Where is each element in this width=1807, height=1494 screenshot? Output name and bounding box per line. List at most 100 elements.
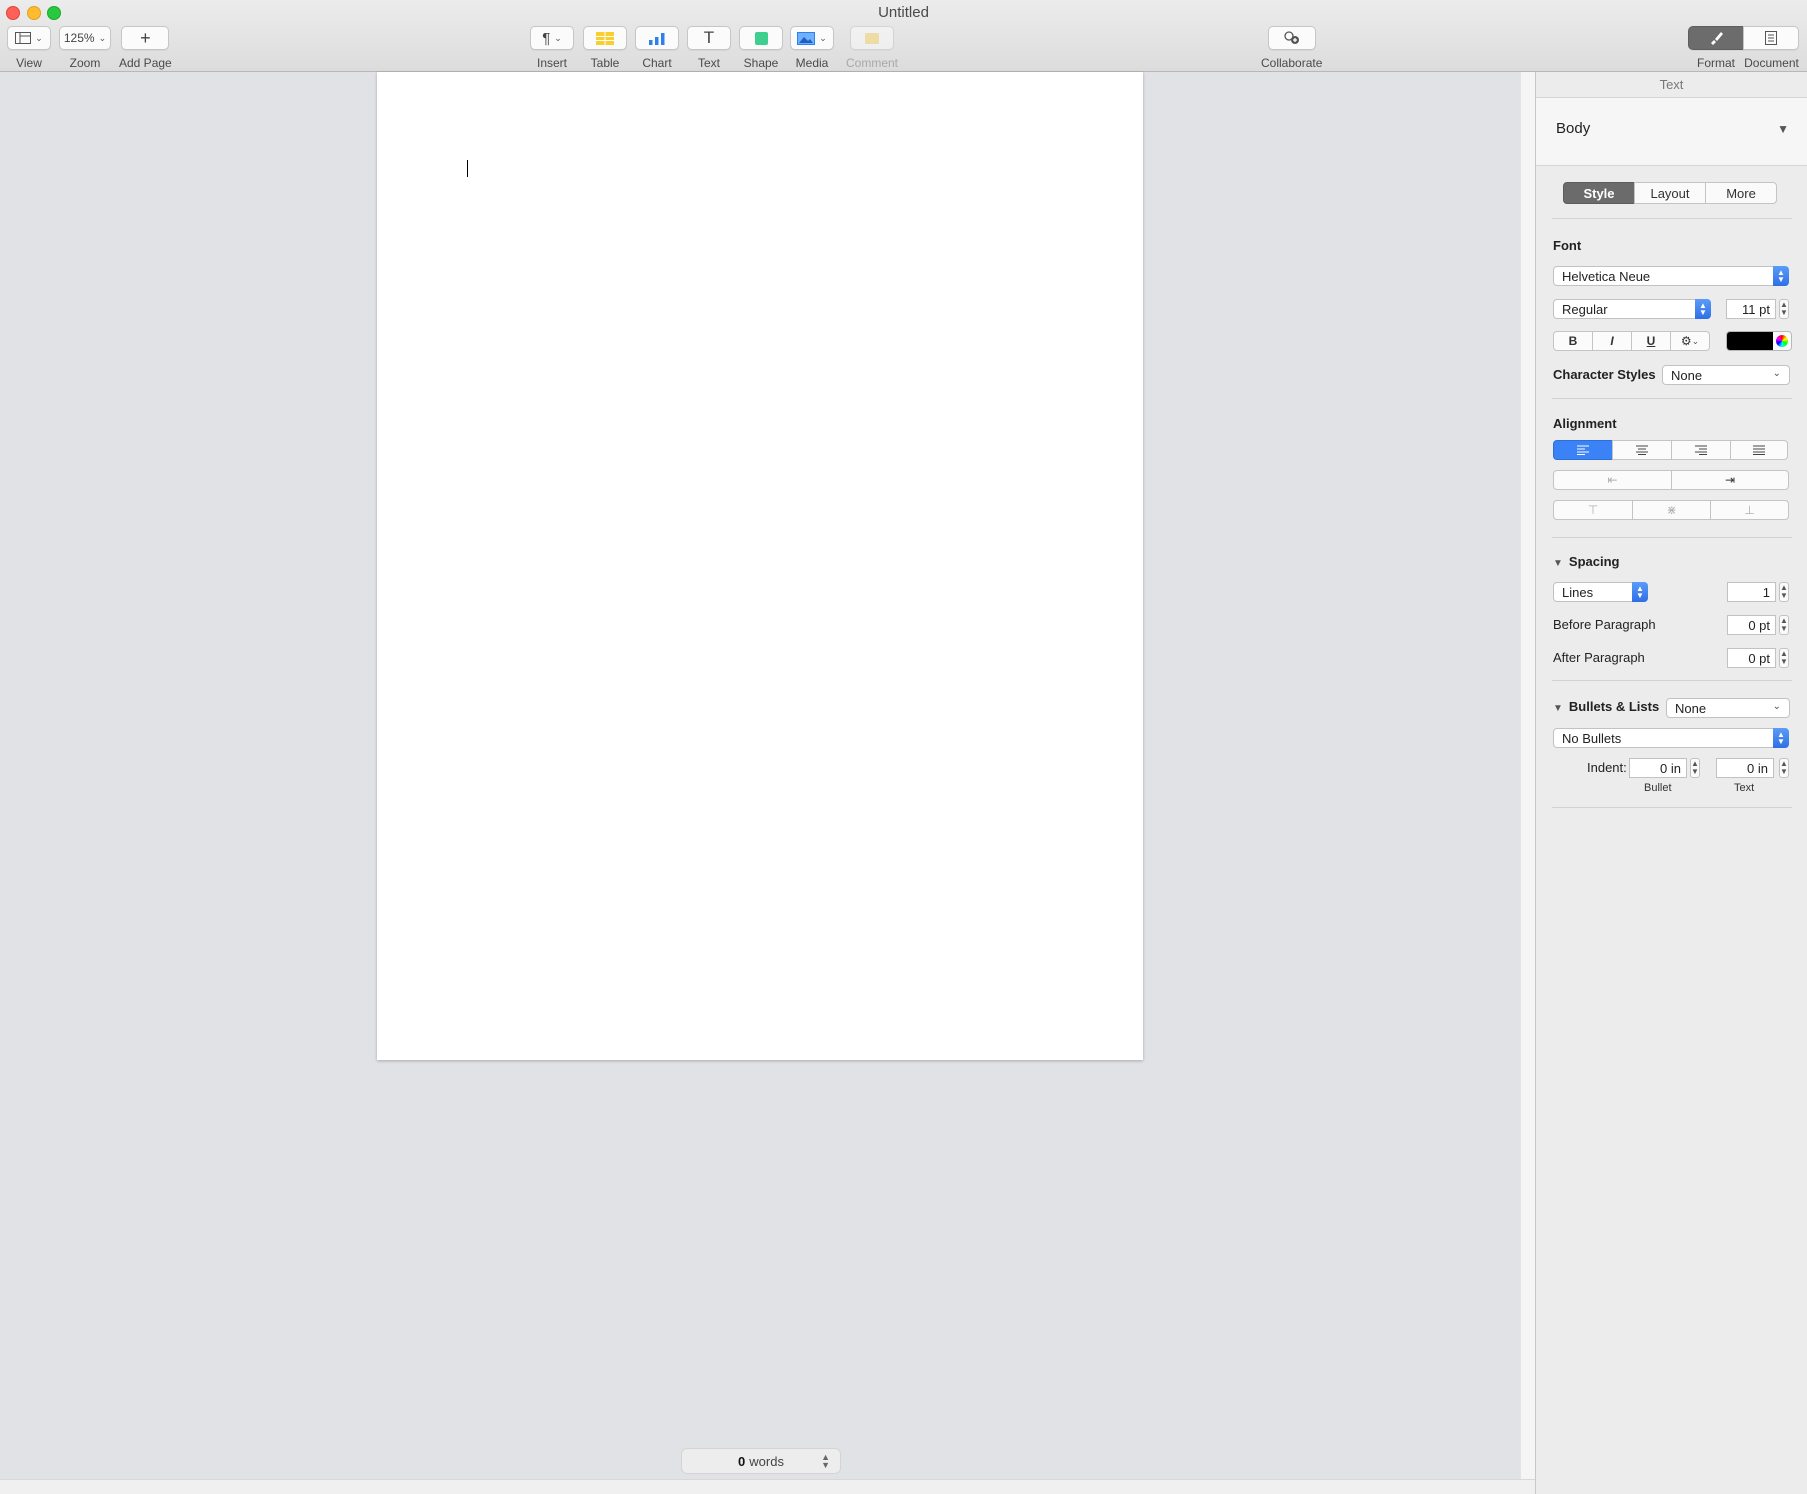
list-style-popup[interactable]: None ⌄ <box>1666 698 1790 718</box>
up-down-arrows-icon: ▲ ▼ <box>1773 266 1789 286</box>
tab-more[interactable]: More <box>1705 182 1777 204</box>
increase-indent-button[interactable]: ⇥ <box>1671 470 1789 490</box>
color-wheel-icon[interactable] <box>1773 332 1791 350</box>
justify-button[interactable] <box>1730 440 1788 460</box>
before-paragraph-stepper[interactable]: ▲ ▼ <box>1779 615 1789 635</box>
paragraph-style-popup[interactable]: Body ▼ <box>1536 98 1807 166</box>
align-right-button[interactable] <box>1671 440 1731 460</box>
vertical-scrollbar[interactable] <box>1520 72 1535 1479</box>
spacing-mode-value: Lines <box>1562 584 1594 600</box>
zoom-popup[interactable]: 125% ⌄ <box>59 26 111 50</box>
text-label: Text <box>697 56 720 70</box>
line-spacing-stepper[interactable]: ▲ ▼ <box>1779 582 1789 602</box>
line-spacing-field[interactable]: 1 <box>1727 582 1776 602</box>
bullets-section-toggle[interactable]: ▼ Bullets & Lists <box>1553 699 1659 714</box>
chart-control: Chart <box>635 26 679 70</box>
divider <box>1552 807 1792 808</box>
insert-button[interactable]: ¶ ⌄ <box>530 26 574 50</box>
text-control: T Text <box>687 26 731 70</box>
document-page[interactable] <box>377 72 1143 1060</box>
bullets-heading: Bullets & Lists <box>1568 699 1660 714</box>
vertical-alignment-buttons: ⊤ ⋇ ⊥ <box>1553 500 1789 520</box>
zoom-value: 125% <box>63 31 95 45</box>
align-bottom-icon: ⊥ <box>1744 503 1755 517</box>
document-button[interactable] <box>1743 26 1799 50</box>
toolbar: Untitled ⌄ View 125% ⌄ Zoom + Add Page ¶… <box>0 0 1807 72</box>
bullet-indent-caption: Bullet <box>1644 782 1672 794</box>
chevron-down-icon: ⌄ <box>819 32 827 43</box>
spacing-section-toggle[interactable]: ▼ Spacing <box>1553 554 1619 569</box>
document-icon <box>1765 31 1777 45</box>
align-center-button[interactable] <box>1612 440 1672 460</box>
view-button[interactable]: ⌄ <box>7 26 51 50</box>
align-left-button[interactable] <box>1553 440 1613 460</box>
bullet-indent-stepper[interactable]: ▲ ▼ <box>1690 758 1700 778</box>
inspector-header: Text <box>1536 72 1807 98</box>
align-middle-button[interactable]: ⋇ <box>1632 500 1711 520</box>
format-button[interactable] <box>1688 26 1744 50</box>
text-cursor <box>467 160 468 177</box>
decrease-indent-button[interactable]: ⇤ <box>1553 470 1672 490</box>
typeface-value: Regular <box>1562 301 1608 317</box>
after-paragraph-label: After Paragraph <box>1553 650 1645 665</box>
list-style-value: None <box>1675 700 1707 716</box>
character-styles-popup[interactable]: None ⌄ <box>1662 365 1790 385</box>
divider <box>1552 218 1792 219</box>
zoom-label: Zoom <box>69 56 101 70</box>
collaborate-button[interactable] <box>1267 26 1316 50</box>
chart-button[interactable] <box>635 26 679 50</box>
text-button[interactable]: T <box>687 26 731 50</box>
increase-indent-icon: ⇥ <box>1724 473 1736 487</box>
tab-layout[interactable]: Layout <box>1634 182 1706 204</box>
font-size-field[interactable]: 11 pt <box>1726 299 1776 319</box>
disclosure-triangle-icon: ▼ <box>1553 703 1563 714</box>
disclosure-triangle-icon: ▼ <box>1553 558 1563 569</box>
chevron-down-icon: ⌄ <box>98 32 107 43</box>
shape-button[interactable] <box>739 26 783 50</box>
justify-icon <box>1753 445 1765 455</box>
gear-icon: ⚙ <box>1680 334 1692 348</box>
italic-button[interactable]: I <box>1592 331 1632 351</box>
media-button[interactable]: ⌄ <box>790 26 834 50</box>
align-top-button[interactable]: ⊤ <box>1553 500 1633 520</box>
view-label: View <box>16 56 42 70</box>
font-style-buttons: B I U ⚙ ⌄ <box>1553 331 1710 351</box>
tab-style[interactable]: Style <box>1563 182 1635 204</box>
after-paragraph-field[interactable]: 0 pt <box>1727 648 1776 668</box>
table-button[interactable] <box>583 26 627 50</box>
underline-button[interactable]: U <box>1631 331 1671 351</box>
add-page-button[interactable]: + <box>121 26 170 50</box>
text-indent-stepper[interactable]: ▲ ▼ <box>1779 758 1789 778</box>
indent-buttons: ⇤ ⇥ <box>1553 470 1789 490</box>
divider <box>1552 680 1792 681</box>
add-page-label: Add Page <box>119 56 172 70</box>
horizontal-scrollbar[interactable] <box>0 1479 1535 1494</box>
font-family-popup[interactable]: Helvetica Neue ▲ ▼ <box>1553 266 1789 286</box>
media-icon <box>797 31 816 45</box>
spacing-mode-popup[interactable]: Lines ▲ ▼ <box>1553 582 1648 602</box>
bullet-indent-field[interactable]: 0 in <box>1629 758 1687 778</box>
typeface-popup[interactable]: Regular ▲ ▼ <box>1553 299 1711 319</box>
document-canvas[interactable]: 0 words ▲ ▼ <box>0 72 1520 1479</box>
bold-button[interactable]: B <box>1553 331 1593 351</box>
comment-button[interactable] <box>850 26 894 50</box>
align-bottom-button[interactable]: ⊥ <box>1710 500 1789 520</box>
bullet-type-popup[interactable]: No Bullets ▲ ▼ <box>1553 728 1789 748</box>
inspector-tabs: Style Layout More <box>1563 182 1777 204</box>
text-color-well[interactable] <box>1726 331 1792 351</box>
align-right-icon <box>1695 445 1707 455</box>
up-down-arrows-icon: ▲ ▼ <box>1773 728 1789 748</box>
collaborate-label: Collaborate <box>1261 56 1323 70</box>
up-down-arrows-icon: ▲ ▼ <box>821 1452 830 1470</box>
text-indent-field[interactable]: 0 in <box>1716 758 1774 778</box>
before-paragraph-field[interactable]: 0 pt <box>1727 615 1776 635</box>
text-options-button[interactable]: ⚙ ⌄ <box>1670 331 1710 351</box>
after-paragraph-stepper[interactable]: ▲ ▼ <box>1779 648 1789 668</box>
word-count-control[interactable]: 0 words ▲ ▼ <box>681 1448 841 1474</box>
chevron-down-icon: ⌄ <box>554 32 562 43</box>
format-label: Format <box>1696 56 1735 70</box>
align-middle-icon: ⋇ <box>1666 503 1677 517</box>
alignment-buttons <box>1553 440 1788 460</box>
font-size-stepper[interactable]: ▲ ▼ <box>1779 299 1789 319</box>
document-label: Document <box>1744 56 1799 70</box>
